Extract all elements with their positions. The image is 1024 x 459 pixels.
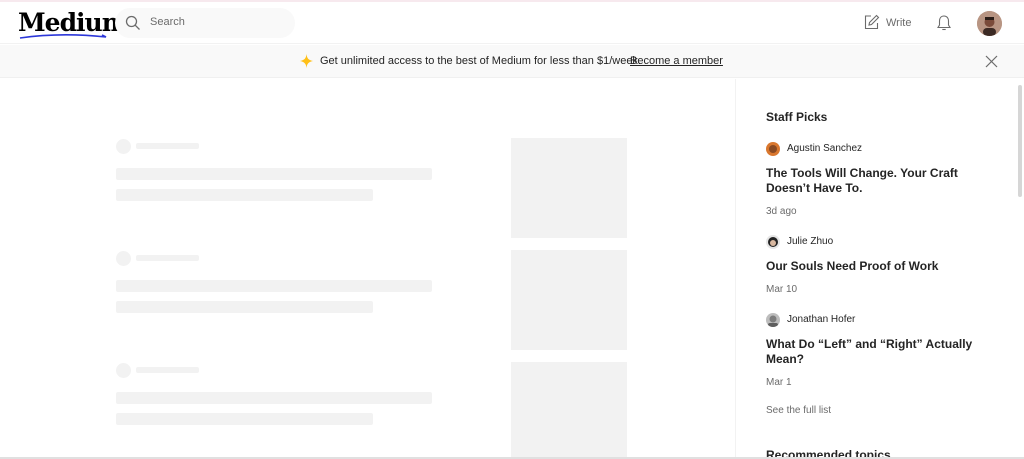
author-avatar[interactable] <box>766 235 780 249</box>
avatar-image <box>766 142 780 156</box>
story-title[interactable]: Our Souls Need Proof of Work <box>766 259 1001 274</box>
write-label: Write <box>886 17 912 29</box>
skeleton-subtitle-line <box>116 301 373 313</box>
skeleton-author-line <box>136 255 199 261</box>
staff-pick-item[interactable]: Julie Zhuo Our Souls Need Proof of Work … <box>766 235 1006 299</box>
logo-underline <box>19 34 107 39</box>
skeleton-subtitle-line <box>116 189 373 201</box>
search-box[interactable]: Search <box>115 8 295 38</box>
avatar-image <box>766 313 780 327</box>
story-title[interactable]: The Tools Will Change. Your Craft Doesn’… <box>766 166 1001 196</box>
story-title[interactable]: What Do “Left” and “Right” Actually Mean… <box>766 337 1001 367</box>
search-placeholder: Search <box>150 16 185 28</box>
bell-icon[interactable] <box>935 14 953 32</box>
become-member-link[interactable]: Become a member <box>630 55 723 67</box>
author-name[interactable]: Julie Zhuo <box>787 236 833 247</box>
skeleton-avatar <box>116 251 131 266</box>
user-avatar[interactable] <box>977 11 1002 36</box>
search-icon <box>125 15 140 30</box>
banner-text: Get unlimited access to the best of Medi… <box>320 55 641 67</box>
see-full-list-link[interactable]: See the full list <box>766 405 831 416</box>
author-name[interactable]: Agustin Sanchez <box>787 143 862 154</box>
membership-banner: Get unlimited access to the best of Medi… <box>0 45 1024 78</box>
scrollbar-thumb[interactable] <box>1018 85 1022 197</box>
skeleton-subtitle-line <box>116 413 373 425</box>
skeleton-avatar <box>116 363 131 378</box>
author-avatar[interactable] <box>766 313 780 327</box>
close-icon[interactable] <box>985 55 998 68</box>
story-date: Mar 1 <box>766 377 792 388</box>
skeleton-thumbnail <box>511 250 627 350</box>
sidebar: Staff Picks Agustin Sanchez The Tools Wi… <box>736 79 1024 459</box>
story-date: 3d ago <box>766 206 797 217</box>
write-icon <box>864 14 880 30</box>
skeleton-author-line <box>136 143 199 149</box>
avatar-image <box>766 235 780 249</box>
skeleton-title-line <box>116 280 432 292</box>
staff-pick-item[interactable]: Jonathan Hofer What Do “Left” and “Right… <box>766 313 1006 391</box>
skeleton-thumbnail <box>511 362 627 459</box>
story-date: Mar 10 <box>766 284 798 295</box>
skeleton-title-line <box>116 168 432 180</box>
avatar-image <box>977 11 1002 36</box>
skeleton-thumbnail <box>511 138 627 238</box>
page-scrollbar[interactable] <box>1016 79 1024 459</box>
skeleton-title-line <box>116 392 432 404</box>
skeleton-author-line <box>136 367 199 373</box>
staff-pick-item[interactable]: Agustin Sanchez The Tools Will Change. Y… <box>766 142 1006 222</box>
skeleton-avatar <box>116 139 131 154</box>
top-nav: Medium Search Write <box>0 2 1024 44</box>
author-avatar[interactable] <box>766 142 780 156</box>
author-name[interactable]: Jonathan Hofer <box>787 314 855 325</box>
staff-picks-heading: Staff Picks <box>766 110 828 124</box>
sparkle-icon <box>300 54 313 68</box>
feed-skeleton <box>0 79 735 459</box>
